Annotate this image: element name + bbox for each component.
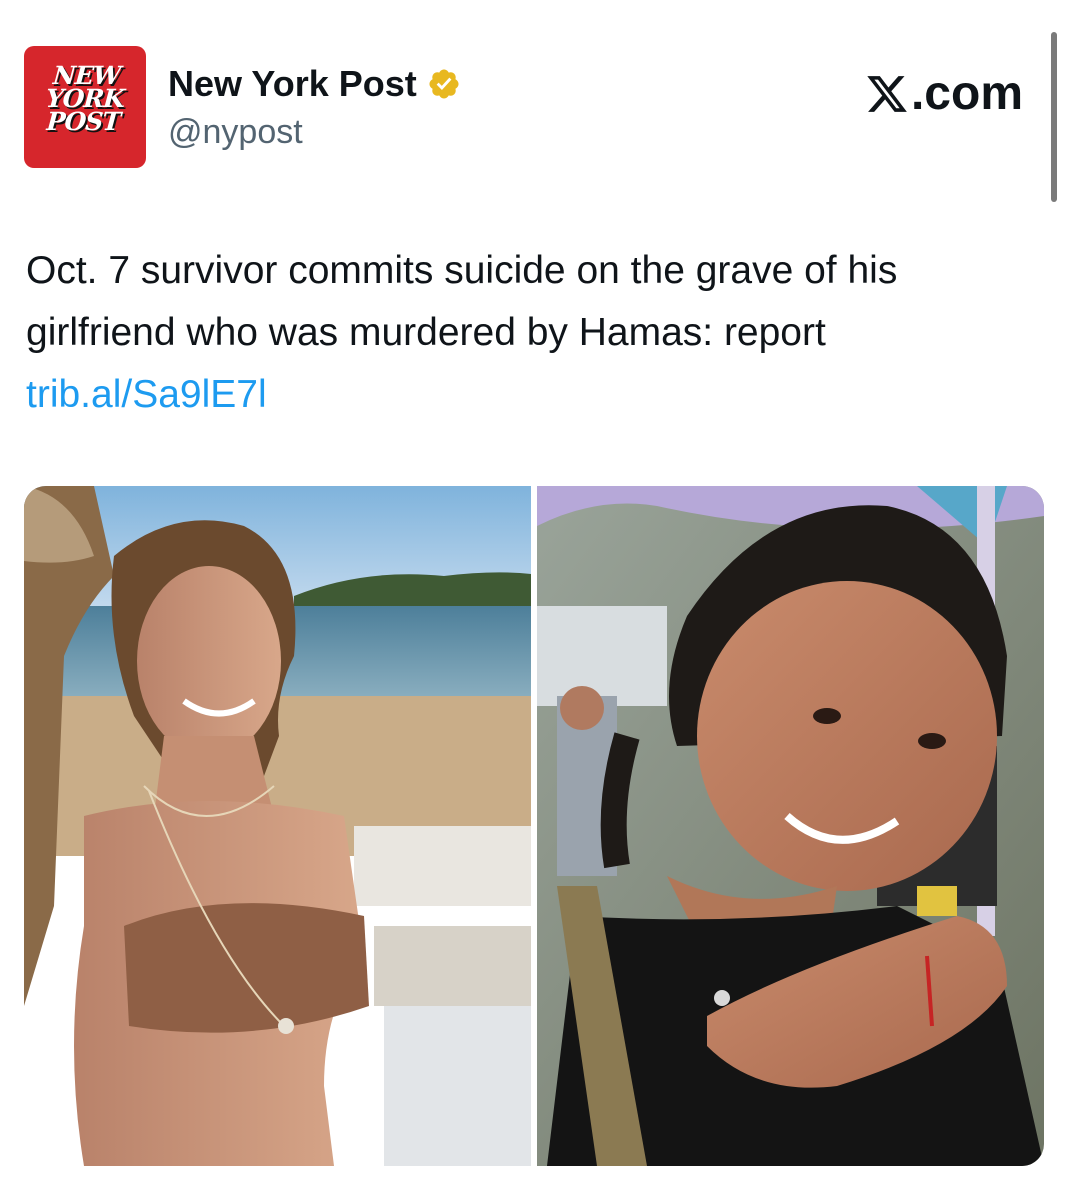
festival-photo-illustration xyxy=(537,486,1044,1166)
x-logo-icon xyxy=(867,76,907,112)
scrollbar[interactable] xyxy=(1051,32,1057,202)
tweet-link[interactable]: trib.al/Sa9lE7l xyxy=(26,373,267,416)
display-name[interactable]: New York Post xyxy=(168,62,461,106)
brand-domain: .com xyxy=(910,67,1023,120)
avatar[interactable]: NEW YORK POST xyxy=(24,46,146,168)
user-handle[interactable]: @nypost xyxy=(168,110,303,154)
tweet-media[interactable] xyxy=(24,486,1044,1166)
festival-portrait-photo[interactable] xyxy=(537,486,1044,1166)
tweet-body: Oct. 7 survivor commits suicide on the g… xyxy=(26,249,898,354)
beach-portrait-photo[interactable] xyxy=(24,486,531,1166)
x-com-watermark: .com xyxy=(865,66,1023,122)
display-name-text: New York Post xyxy=(168,63,417,104)
tweet-text: Oct. 7 survivor commits suicide on the g… xyxy=(26,240,1026,426)
beach-photo-illustration xyxy=(24,486,531,1166)
verified-badge-icon xyxy=(429,69,459,99)
nypost-logo: NEW YORK POST xyxy=(44,61,126,136)
